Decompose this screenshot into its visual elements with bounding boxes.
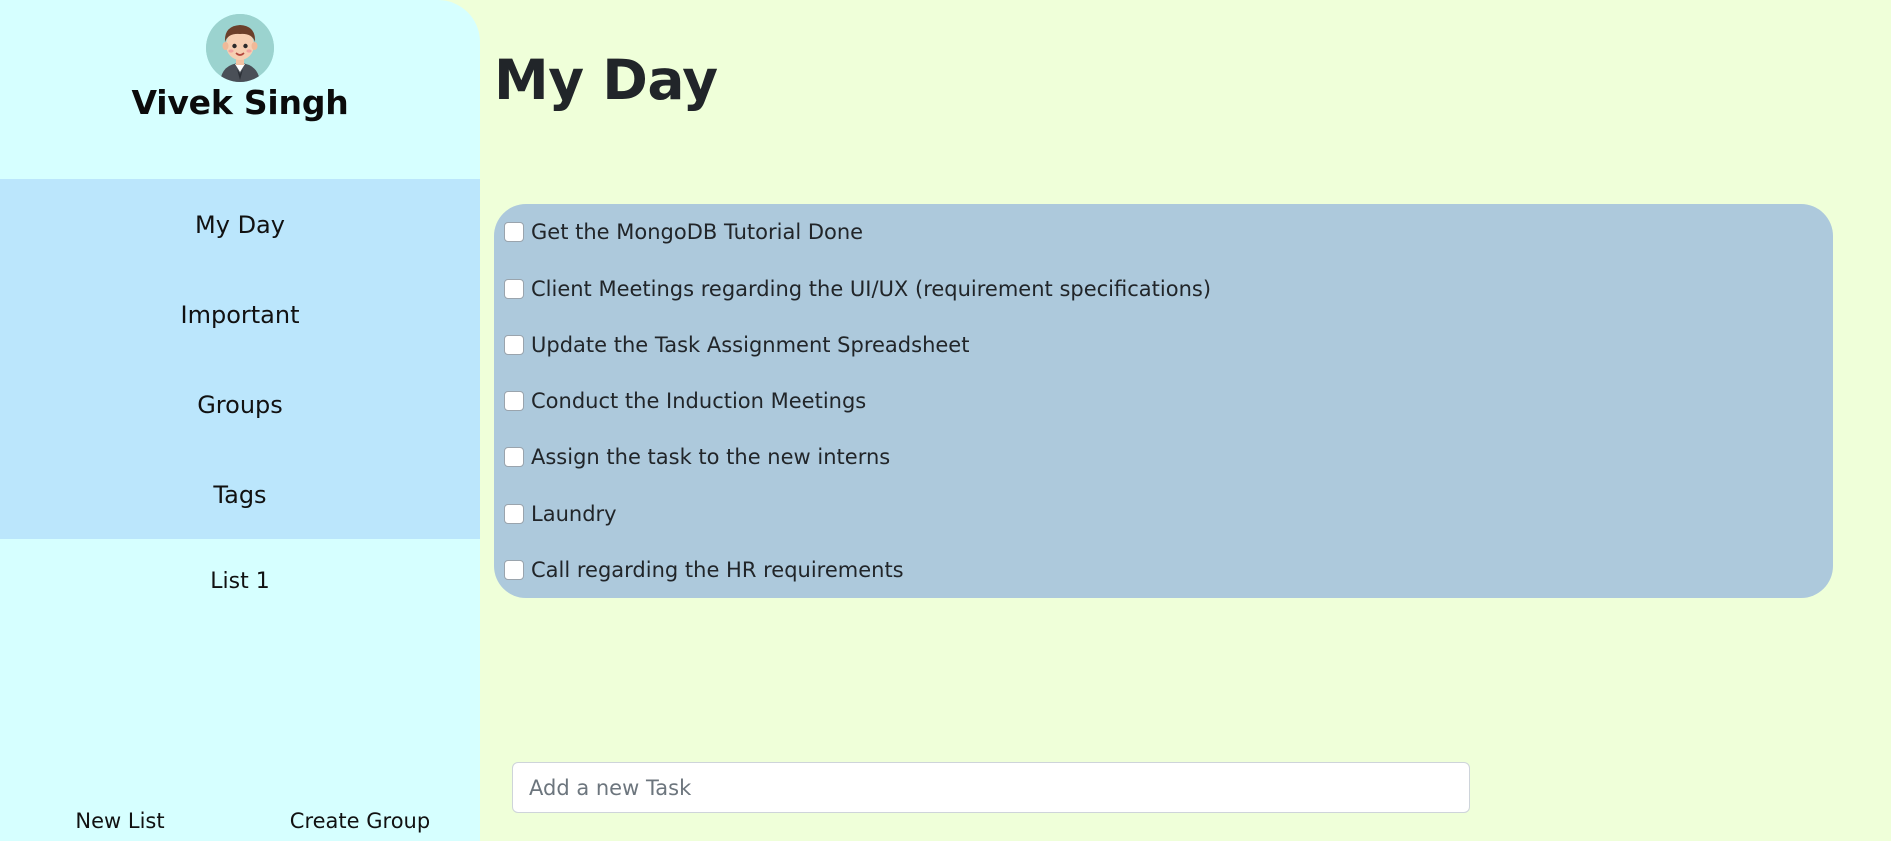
nav-item-groups[interactable]: Groups: [0, 375, 480, 435]
main-nav: My Day Important Groups Tags: [0, 179, 480, 539]
task-label: Assign the task to the new interns: [531, 445, 891, 469]
task-checkbox[interactable]: [504, 447, 524, 467]
boy-avatar-icon: [206, 14, 274, 82]
todo-app: Vivek Singh My Day Important Groups Tags…: [0, 0, 1891, 841]
new-task-input[interactable]: [512, 762, 1470, 813]
task-item[interactable]: Laundry: [504, 496, 617, 532]
task-checkbox[interactable]: [504, 222, 524, 242]
list-item-list-1[interactable]: List 1: [0, 556, 480, 608]
task-item[interactable]: Call regarding the HR requirements: [504, 552, 904, 588]
task-label: Update the Task Assignment Spreadsheet: [531, 333, 970, 357]
task-checkbox[interactable]: [504, 391, 524, 411]
task-label: Call regarding the HR requirements: [531, 558, 904, 582]
sidebar: Vivek Singh My Day Important Groups Tags…: [0, 0, 480, 841]
profile-section: Vivek Singh: [0, 0, 480, 179]
task-checkbox[interactable]: [504, 335, 524, 355]
nav-item-tags[interactable]: Tags: [0, 465, 480, 525]
task-list: Get the MongoDB Tutorial Done Client Mee…: [494, 204, 1833, 598]
task-item[interactable]: Assign the task to the new interns: [504, 439, 890, 475]
task-item[interactable]: Get the MongoDB Tutorial Done: [504, 214, 863, 250]
task-label: Client Meetings regarding the UI/UX (req…: [531, 277, 1212, 301]
task-label: Laundry: [531, 502, 617, 526]
task-item[interactable]: Conduct the Induction Meetings: [504, 383, 866, 419]
user-name: Vivek Singh: [131, 83, 349, 122]
create-group-button[interactable]: Create Group: [280, 805, 440, 837]
task-checkbox[interactable]: [504, 504, 524, 524]
nav-item-my-day[interactable]: My Day: [0, 195, 480, 255]
task-label: Conduct the Induction Meetings: [531, 389, 867, 413]
task-item[interactable]: Client Meetings regarding the UI/UX (req…: [504, 271, 1211, 307]
page-title: My Day: [494, 48, 718, 112]
task-checkbox[interactable]: [504, 279, 524, 299]
task-checkbox[interactable]: [504, 560, 524, 580]
nav-item-important[interactable]: Important: [0, 285, 480, 345]
task-item[interactable]: Update the Task Assignment Spreadsheet: [504, 327, 969, 363]
task-label: Get the MongoDB Tutorial Done: [531, 220, 864, 244]
new-list-button[interactable]: New List: [44, 805, 196, 837]
